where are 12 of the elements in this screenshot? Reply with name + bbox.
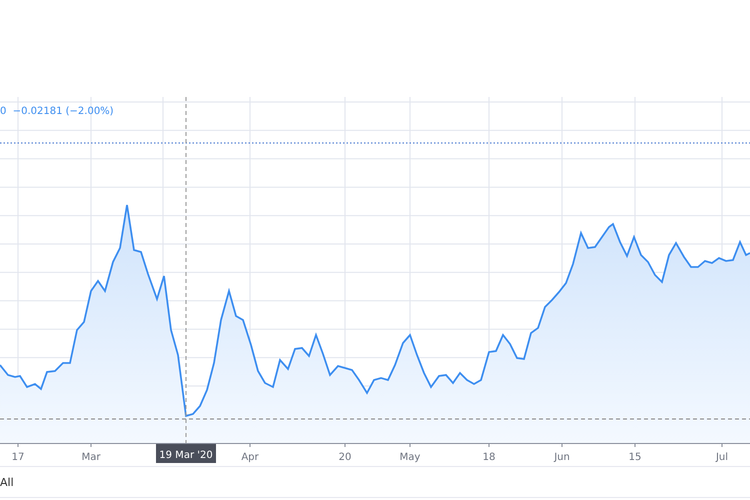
axis-label: Apr bbox=[241, 452, 259, 463]
axis-label: Mar bbox=[82, 452, 100, 463]
range-button[interactable]: All bbox=[0, 476, 14, 488]
axis-label: 17 bbox=[12, 452, 24, 463]
legend-text: 0 −0.02181 (−2.00%) bbox=[0, 106, 114, 117]
axis-label: 20 bbox=[338, 452, 352, 463]
axis-label: Jul bbox=[716, 452, 728, 463]
axis-label: Jun bbox=[554, 452, 570, 463]
axis-label: May bbox=[400, 452, 420, 463]
crosshair-date-label: 19 Mar '20 bbox=[156, 444, 216, 463]
axis-label: 18 bbox=[482, 452, 496, 463]
axis-label: 15 bbox=[628, 452, 642, 463]
